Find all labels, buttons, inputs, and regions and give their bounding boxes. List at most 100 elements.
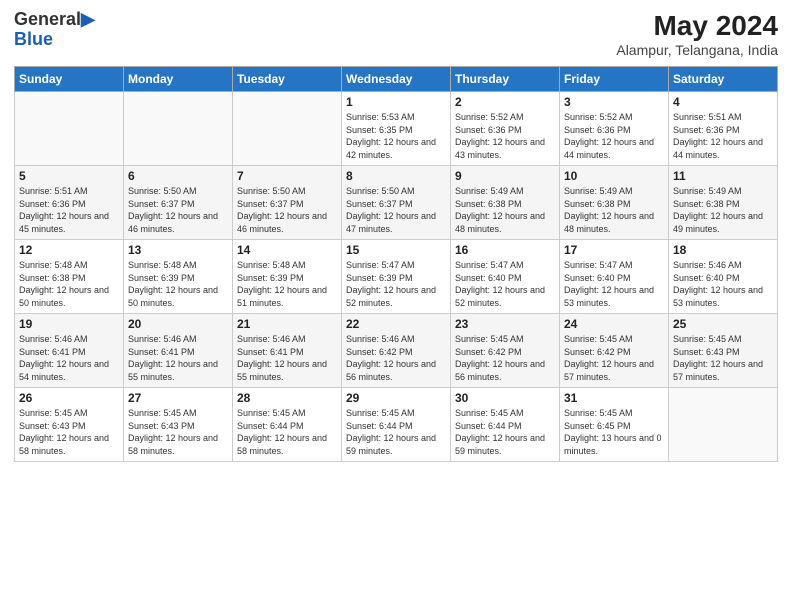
- table-row: 13 Sunrise: 5:48 AMSunset: 6:39 PMDayligh…: [124, 240, 233, 314]
- table-row: 28 Sunrise: 5:45 AMSunset: 6:44 PMDayligh…: [233, 388, 342, 462]
- day-number: 23: [455, 317, 555, 331]
- day-number: 11: [673, 169, 773, 183]
- table-row: [124, 92, 233, 166]
- table-row: 26 Sunrise: 5:45 AMSunset: 6:43 PMDayligh…: [15, 388, 124, 462]
- day-number: 5: [19, 169, 119, 183]
- table-row: [669, 388, 778, 462]
- col-monday: Monday: [124, 67, 233, 92]
- day-info: Sunrise: 5:49 AMSunset: 6:38 PMDaylight:…: [564, 185, 664, 235]
- table-row: 20Sunrise: 5:46 AMSunset: 6:41 PMDayligh…: [124, 314, 233, 388]
- day-number: 8: [346, 169, 446, 183]
- day-number: 3: [564, 95, 664, 109]
- table-row: 31Sunrise: 5:45 AMSunset: 6:45 PMDayligh…: [560, 388, 669, 462]
- table-row: 22 Sunrise: 5:46 AMSunset: 6:42 PMDayligh…: [342, 314, 451, 388]
- col-thursday: Thursday: [451, 67, 560, 92]
- col-sunday: Sunday: [15, 67, 124, 92]
- page: General▶ Blue May 2024 Alampur, Telangan…: [0, 0, 792, 612]
- day-number: 30: [455, 391, 555, 405]
- day-info: Sunrise: 5:51 AMSunset: 6:36 PMDaylight:…: [673, 111, 773, 161]
- table-row: 18Sunrise: 5:46 AMSunset: 6:40 PMDayligh…: [669, 240, 778, 314]
- table-row: 14Sunrise: 5:48 AMSunset: 6:39 PMDayligh…: [233, 240, 342, 314]
- table-row: 25 Sunrise: 5:45 AMSunset: 6:43 PMDayligh…: [669, 314, 778, 388]
- day-info: Sunrise: 5:45 AMSunset: 6:42 PMDaylight:…: [564, 333, 664, 383]
- table-row: 16Sunrise: 5:47 AMSunset: 6:40 PMDayligh…: [451, 240, 560, 314]
- table-row: 6 Sunrise: 5:50 AMSunset: 6:37 PMDaylight…: [124, 166, 233, 240]
- calendar-week-4: 19 Sunrise: 5:46 AMSunset: 6:41 PMDayligh…: [15, 314, 778, 388]
- day-info: Sunrise: 5:46 AMSunset: 6:42 PMDaylight:…: [346, 333, 446, 383]
- day-info: Sunrise: 5:47 AMSunset: 6:40 PMDaylight:…: [564, 259, 664, 309]
- day-number: 26: [19, 391, 119, 405]
- table-row: 12 Sunrise: 5:48 AMSunset: 6:38 PMDayligh…: [15, 240, 124, 314]
- col-friday: Friday: [560, 67, 669, 92]
- day-info: Sunrise: 5:48 AMSunset: 6:38 PMDaylight:…: [19, 259, 119, 309]
- day-number: 24: [564, 317, 664, 331]
- day-info: Sunrise: 5:50 AMSunset: 6:37 PMDaylight:…: [346, 185, 446, 235]
- table-row: 10Sunrise: 5:49 AMSunset: 6:38 PMDayligh…: [560, 166, 669, 240]
- day-number: 13: [128, 243, 228, 257]
- day-info: Sunrise: 5:53 AMSunset: 6:35 PMDaylight:…: [346, 111, 446, 161]
- day-number: 31: [564, 391, 664, 405]
- day-info: Sunrise: 5:51 AMSunset: 6:36 PMDaylight:…: [19, 185, 119, 235]
- table-row: 24 Sunrise: 5:45 AMSunset: 6:42 PMDayligh…: [560, 314, 669, 388]
- day-info: Sunrise: 5:45 AMSunset: 6:44 PMDaylight:…: [455, 407, 555, 457]
- day-info: Sunrise: 5:46 AMSunset: 6:41 PMDaylight:…: [237, 333, 337, 383]
- day-info: Sunrise: 5:45 AMSunset: 6:44 PMDaylight:…: [346, 407, 446, 457]
- day-info: Sunrise: 5:45 AMSunset: 6:43 PMDaylight:…: [673, 333, 773, 383]
- table-row: 3Sunrise: 5:52 AMSunset: 6:36 PMDaylight…: [560, 92, 669, 166]
- day-info: Sunrise: 5:45 AMSunset: 6:43 PMDaylight:…: [19, 407, 119, 457]
- day-number: 4: [673, 95, 773, 109]
- day-info: Sunrise: 5:46 AMSunset: 6:41 PMDaylight:…: [19, 333, 119, 383]
- logo: General▶ Blue: [14, 10, 95, 50]
- col-wednesday: Wednesday: [342, 67, 451, 92]
- table-row: [15, 92, 124, 166]
- day-number: 7: [237, 169, 337, 183]
- table-row: 21 Sunrise: 5:46 AMSunset: 6:41 PMDayligh…: [233, 314, 342, 388]
- calendar-table: Sunday Monday Tuesday Wednesday Thursday…: [14, 66, 778, 462]
- day-info: Sunrise: 5:50 AMSunset: 6:37 PMDaylight:…: [128, 185, 228, 235]
- col-tuesday: Tuesday: [233, 67, 342, 92]
- table-row: 4 Sunrise: 5:51 AMSunset: 6:36 PMDaylight…: [669, 92, 778, 166]
- day-info: Sunrise: 5:50 AMSunset: 6:37 PMDaylight:…: [237, 185, 337, 235]
- day-info: Sunrise: 5:45 AMSunset: 6:42 PMDaylight:…: [455, 333, 555, 383]
- day-number: 20: [128, 317, 228, 331]
- table-row: 7 Sunrise: 5:50 AMSunset: 6:37 PMDaylight…: [233, 166, 342, 240]
- table-row: [233, 92, 342, 166]
- day-number: 9: [455, 169, 555, 183]
- day-number: 25: [673, 317, 773, 331]
- day-info: Sunrise: 5:48 AMSunset: 6:39 PMDaylight:…: [128, 259, 228, 309]
- day-number: 28: [237, 391, 337, 405]
- day-number: 22: [346, 317, 446, 331]
- table-row: 2Sunrise: 5:52 AMSunset: 6:36 PMDaylight…: [451, 92, 560, 166]
- day-number: 19: [19, 317, 119, 331]
- day-number: 29: [346, 391, 446, 405]
- table-row: 27Sunrise: 5:45 AMSunset: 6:43 PMDayligh…: [124, 388, 233, 462]
- title-block: May 2024 Alampur, Telangana, India: [616, 10, 778, 58]
- day-info: Sunrise: 5:47 AMSunset: 6:40 PMDaylight:…: [455, 259, 555, 309]
- table-row: 11Sunrise: 5:49 AMSunset: 6:38 PMDayligh…: [669, 166, 778, 240]
- day-number: 1: [346, 95, 446, 109]
- header: General▶ Blue May 2024 Alampur, Telangan…: [14, 10, 778, 58]
- table-row: 9 Sunrise: 5:49 AMSunset: 6:38 PMDaylight…: [451, 166, 560, 240]
- day-info: Sunrise: 5:49 AMSunset: 6:38 PMDaylight:…: [455, 185, 555, 235]
- day-number: 27: [128, 391, 228, 405]
- day-number: 21: [237, 317, 337, 331]
- day-number: 15: [346, 243, 446, 257]
- calendar-week-2: 5 Sunrise: 5:51 AMSunset: 6:36 PMDaylight…: [15, 166, 778, 240]
- table-row: 30 Sunrise: 5:45 AMSunset: 6:44 PMDayligh…: [451, 388, 560, 462]
- table-row: 1 Sunrise: 5:53 AMSunset: 6:35 PMDaylight…: [342, 92, 451, 166]
- logo-general-text: General: [14, 9, 81, 29]
- table-row: 5 Sunrise: 5:51 AMSunset: 6:36 PMDaylight…: [15, 166, 124, 240]
- table-row: 17 Sunrise: 5:47 AMSunset: 6:40 PMDayligh…: [560, 240, 669, 314]
- day-number: 12: [19, 243, 119, 257]
- day-number: 18: [673, 243, 773, 257]
- logo-blue-text: Blue: [14, 29, 53, 49]
- table-row: 8 Sunrise: 5:50 AMSunset: 6:37 PMDaylight…: [342, 166, 451, 240]
- col-saturday: Saturday: [669, 67, 778, 92]
- calendar-week-5: 26 Sunrise: 5:45 AMSunset: 6:43 PMDayligh…: [15, 388, 778, 462]
- day-info: Sunrise: 5:47 AMSunset: 6:39 PMDaylight:…: [346, 259, 446, 309]
- day-info: Sunrise: 5:45 AMSunset: 6:44 PMDaylight:…: [237, 407, 337, 457]
- day-number: 14: [237, 243, 337, 257]
- day-number: 6: [128, 169, 228, 183]
- day-number: 17: [564, 243, 664, 257]
- day-info: Sunrise: 5:52 AMSunset: 6:36 PMDaylight:…: [455, 111, 555, 161]
